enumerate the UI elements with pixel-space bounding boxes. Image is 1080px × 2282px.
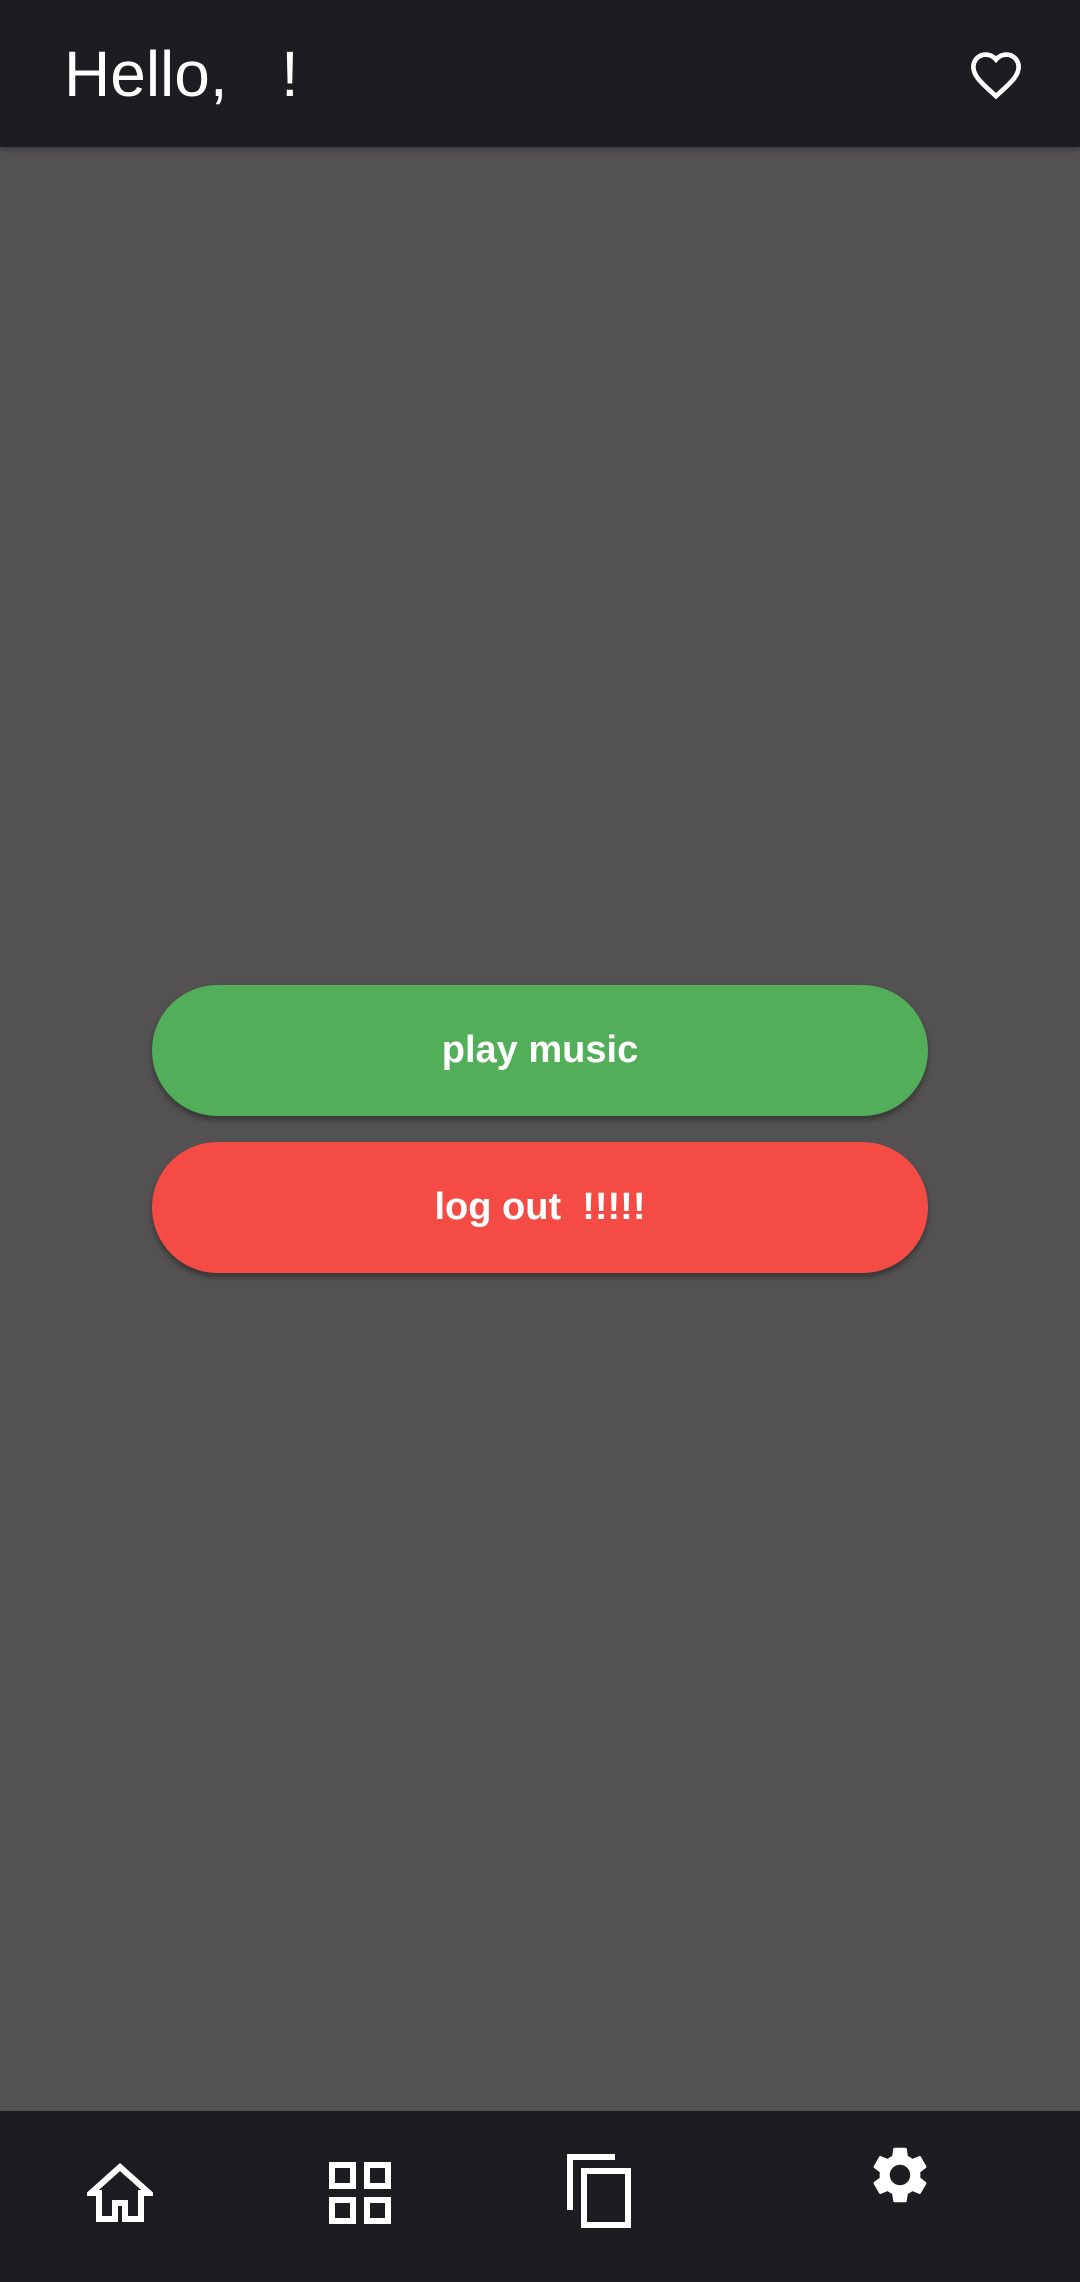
nav-settings[interactable] — [860, 2135, 940, 2215]
play-music-label: play music — [441, 1029, 639, 1071]
log-out-button[interactable]: log out !!!!! — [152, 1142, 928, 1273]
play-music-button[interactable]: play music — [152, 985, 928, 1116]
settings-icon — [873, 2147, 927, 2203]
greeting-title: Hello, ! — [64, 38, 299, 110]
grid-icon — [329, 2162, 391, 2224]
nav-home[interactable] — [80, 2153, 160, 2233]
top-app-bar: Hello, ! — [0, 0, 1080, 147]
bottom-navigation — [0, 2111, 1080, 2282]
nav-grid[interactable] — [320, 2153, 400, 2233]
heart-outline-icon — [971, 52, 1021, 100]
log-out-label: log out !!!!! — [434, 1186, 646, 1228]
main-content: play music log out !!!!! — [0, 147, 1080, 2111]
nav-copy[interactable] — [560, 2151, 640, 2231]
home-icon — [87, 2163, 153, 2222]
app-screen: Hello, ! play music log out !!!!! — [0, 0, 1080, 2282]
favorite-button[interactable] — [960, 38, 1032, 110]
copy-icon — [567, 2154, 631, 2228]
